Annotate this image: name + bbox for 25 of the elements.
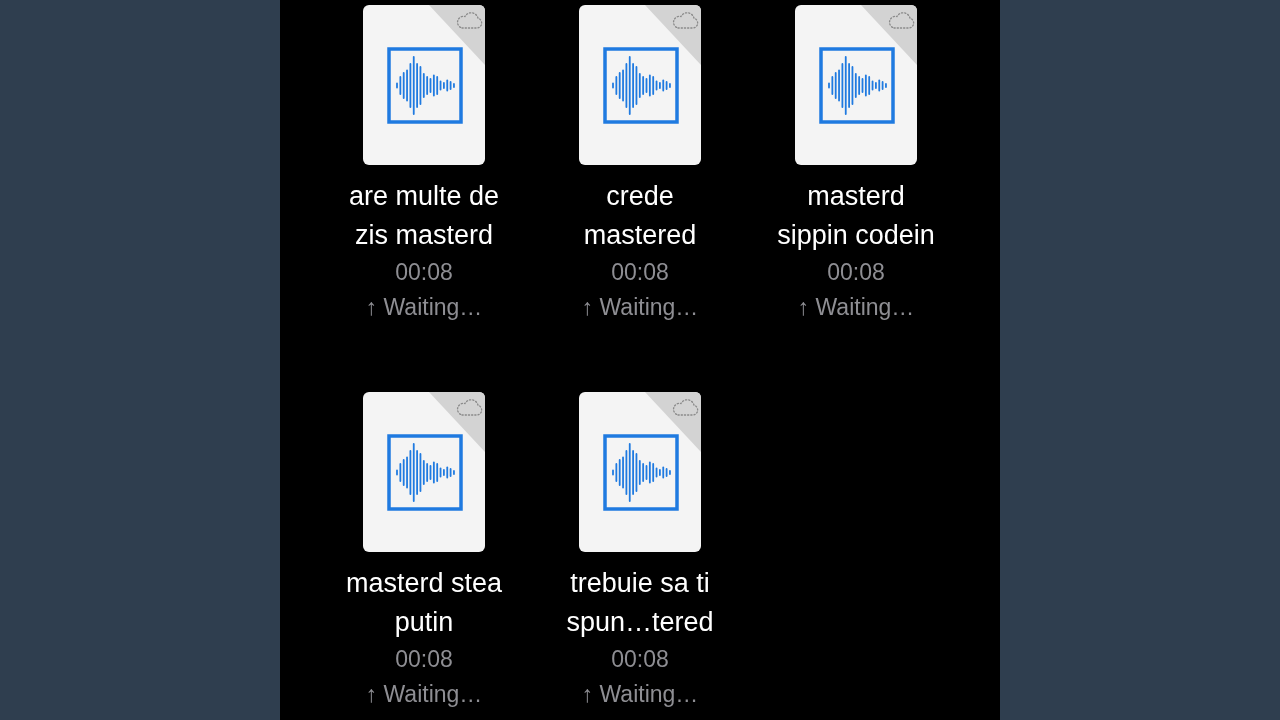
cloud-icon bbox=[887, 10, 915, 30]
cloud-icon bbox=[671, 397, 699, 417]
cloud-icon bbox=[455, 10, 483, 30]
cloud-icon bbox=[455, 397, 483, 417]
upload-status: ↑ Waiting… bbox=[365, 680, 483, 709]
file-duration: 00:08 bbox=[611, 645, 669, 674]
audio-file-icon[interactable] bbox=[363, 5, 485, 165]
upload-status: ↑ Waiting… bbox=[365, 293, 483, 322]
audio-file-icon[interactable] bbox=[579, 5, 701, 165]
file-name: masterd stea putin bbox=[345, 567, 503, 639]
upload-status: ↑ Waiting… bbox=[581, 293, 699, 322]
audio-file-icon[interactable] bbox=[795, 5, 917, 165]
file-duration: 00:08 bbox=[395, 258, 453, 287]
upload-status: ↑ Waiting… bbox=[581, 680, 699, 709]
file-name: trebuie sa ti spun…tered bbox=[566, 567, 714, 639]
audio-file-icon[interactable] bbox=[579, 392, 701, 552]
file-duration: 00:08 bbox=[395, 645, 453, 674]
audio-file-icon[interactable] bbox=[363, 392, 485, 552]
cloud-icon bbox=[671, 10, 699, 30]
file-name: are multe de zis masterd bbox=[348, 180, 500, 252]
file-name: masterd sippin codein bbox=[777, 180, 935, 252]
upload-status: ↑ Waiting… bbox=[797, 293, 915, 322]
file-duration: 00:08 bbox=[611, 258, 669, 287]
file-name: crede mastered bbox=[583, 180, 697, 252]
file-duration: 00:08 bbox=[827, 258, 885, 287]
